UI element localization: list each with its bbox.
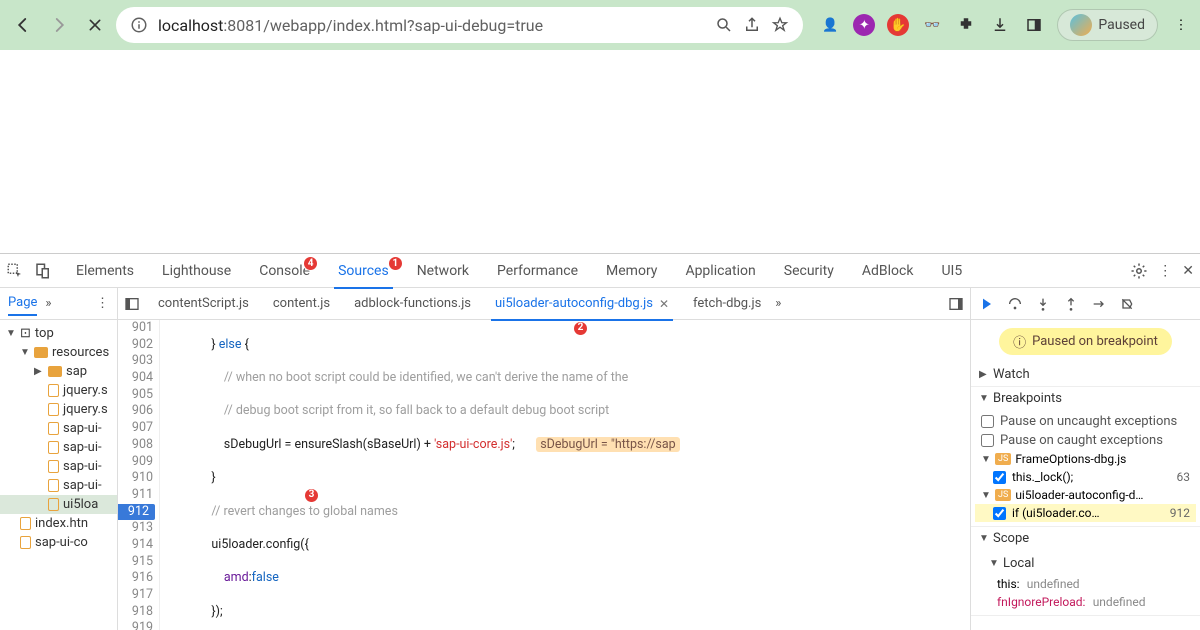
url-text: localhost:8081/webapp/index.html?sap-ui-…	[158, 16, 543, 35]
close-devtools-icon[interactable]: ✕	[1182, 263, 1194, 279]
browser-toolbar: localhost:8081/webapp/index.html?sap-ui-…	[0, 0, 1200, 50]
tab-elements[interactable]: Elements	[64, 254, 146, 288]
tab-performance[interactable]: Performance	[485, 254, 590, 288]
pause-uncaught-checkbox[interactable]: Pause on uncaught exceptions	[975, 412, 1196, 431]
breakpoint-file[interactable]: ▼JSFrameOptions-dbg.js	[975, 450, 1196, 468]
ext-icon-1[interactable]: 👤	[819, 14, 841, 36]
tab-sources[interactable]: Sources1	[326, 254, 401, 288]
tab-console[interactable]: Console4	[247, 254, 322, 288]
zoom-icon[interactable]	[715, 16, 733, 34]
debugger-controls	[971, 288, 1200, 320]
tab-ui5[interactable]: UI5	[929, 254, 974, 288]
tree-file[interactable]: index.htn	[0, 514, 117, 533]
filetab-ui5loader[interactable]: ui5loader-autoconfig-dbg.js✕	[485, 288, 679, 320]
more-icon[interactable]: ⋮	[1158, 263, 1172, 279]
ext-icon-4[interactable]: 👓	[921, 14, 943, 36]
tab-memory[interactable]: Memory	[594, 254, 669, 288]
editor-panel: contentScript.js content.js adblock-func…	[118, 288, 970, 630]
code-content[interactable]: } else { // when no boot script could be…	[160, 320, 970, 630]
ext-icon-2[interactable]: ✦	[853, 14, 875, 36]
step-into-button[interactable]	[1035, 296, 1051, 312]
breakpoint-line[interactable]: this._lock();63	[975, 468, 1196, 486]
paused-label: Paused	[1098, 17, 1145, 33]
breakpoints-section[interactable]: ▼Breakpoints	[971, 387, 1200, 410]
tree-resources[interactable]: ▼ resources	[0, 343, 117, 362]
device-icon[interactable]	[34, 262, 52, 280]
file-tree: ▼⊡ top ▼ resources ▶ sap jquery.s jquery…	[0, 320, 117, 556]
paused-indicator: ⓘ Paused on breakpoint	[999, 328, 1172, 355]
address-bar[interactable]: localhost:8081/webapp/index.html?sap-ui-…	[116, 7, 803, 43]
tab-lighthouse[interactable]: Lighthouse	[150, 254, 243, 288]
navigator-tabs: Page » ⋮	[0, 288, 117, 320]
back-button[interactable]	[8, 10, 38, 40]
tree-file[interactable]: jquery.s	[0, 381, 117, 400]
scope-fn: fnIgnorePreload: undefined	[975, 593, 1196, 611]
menu-icon[interactable]: ⋮	[1170, 14, 1192, 36]
avatar	[1070, 14, 1092, 36]
close-tab-icon[interactable]: ✕	[659, 297, 669, 311]
stop-button[interactable]	[80, 10, 110, 40]
tree-file[interactable]: sap-ui-	[0, 476, 117, 495]
watch-section[interactable]: ▶Watch	[971, 363, 1200, 386]
chevron-right-icon[interactable]: »	[775, 296, 781, 311]
download-icon[interactable]	[989, 14, 1011, 36]
tree-file[interactable]: sap-ui-	[0, 438, 117, 457]
page-tab[interactable]: Page	[8, 295, 37, 316]
page-content	[0, 50, 1200, 253]
breakpoint-file[interactable]: ▼JSui5loader-autoconfig-d…	[975, 486, 1196, 504]
panel-icon[interactable]	[1023, 14, 1045, 36]
badge-4: 4	[303, 256, 318, 271]
tree-sap[interactable]: ▶ sap	[0, 362, 117, 381]
line-gutter[interactable]: 901902903904905 906907908909910 91191291…	[118, 320, 160, 630]
ext-icon-3[interactable]: ✋	[887, 14, 909, 36]
local-scope[interactable]: ▼Local	[975, 552, 1196, 575]
step-over-button[interactable]	[1007, 296, 1023, 312]
step-out-button[interactable]	[1063, 296, 1079, 312]
badge-1: 1	[388, 256, 403, 271]
tree-file[interactable]: sap-ui-	[0, 457, 117, 476]
tab-security[interactable]: Security	[772, 254, 846, 288]
tab-application[interactable]: Application	[673, 254, 767, 288]
tab-adblock[interactable]: AdBlock	[850, 254, 926, 288]
inline-value: sDebugUrl = "https://sap	[536, 437, 679, 452]
filetab-content[interactable]: content.js	[263, 288, 340, 320]
nav-more-icon[interactable]: ⋮	[96, 296, 109, 311]
sidebar-right-icon[interactable]	[948, 296, 964, 312]
star-icon[interactable]	[771, 16, 789, 34]
badge-2: 2	[573, 321, 588, 336]
devtools-tabs: Elements Lighthouse Console4 Sources1 Ne…	[0, 254, 1200, 288]
pause-caught-checkbox[interactable]: Pause on caught exceptions	[975, 431, 1196, 450]
filetab-fetch[interactable]: fetch-dbg.js	[683, 288, 771, 320]
navigator-panel: Page » ⋮ ▼⊡ top ▼ resources ▶ sap jquery…	[0, 288, 118, 630]
share-icon[interactable]	[743, 16, 761, 34]
scope-section[interactable]: ▼Scope	[971, 527, 1200, 550]
devtools-panel: Elements Lighthouse Console4 Sources1 Ne…	[0, 253, 1200, 630]
forward-button[interactable]	[44, 10, 74, 40]
sidebar-toggle-icon[interactable]	[124, 296, 140, 312]
tree-file[interactable]: jquery.s	[0, 400, 117, 419]
scope-this: this: undefined	[975, 575, 1196, 593]
settings-icon[interactable]	[1130, 262, 1148, 280]
tree-file[interactable]: sap-ui-	[0, 419, 117, 438]
code-area[interactable]: 2 3 901902903904905 906907908909910 9119…	[118, 320, 970, 630]
badge-3: 3	[304, 488, 319, 503]
extension-icons: 👤 ✦ ✋ 👓 Paused ⋮	[819, 9, 1192, 41]
info-icon[interactable]	[130, 16, 148, 34]
inspect-icon[interactable]	[6, 262, 24, 280]
deactivate-bp-button[interactable]	[1119, 296, 1135, 312]
tree-file-selected[interactable]: ui5loa	[0, 495, 117, 514]
chevron-right-icon[interactable]: »	[45, 296, 51, 311]
debugger-panel: ⓘ Paused on breakpoint ▶Watch ▼Breakpoin…	[970, 288, 1200, 630]
filetab-adblock[interactable]: adblock-functions.js	[344, 288, 481, 320]
extensions-icon[interactable]	[955, 14, 977, 36]
breakpoint-line-active[interactable]: if (ui5loader.co…912	[975, 504, 1196, 522]
tab-network[interactable]: Network	[405, 254, 481, 288]
profile-paused-button[interactable]: Paused	[1057, 9, 1158, 41]
file-tabs: contentScript.js content.js adblock-func…	[118, 288, 970, 320]
tree-file[interactable]: sap-ui-co	[0, 533, 117, 552]
resume-button[interactable]	[979, 296, 995, 312]
filetab-contentscript[interactable]: contentScript.js	[148, 288, 259, 320]
step-button[interactable]	[1091, 296, 1107, 312]
tree-top[interactable]: ▼⊡ top	[0, 324, 117, 343]
